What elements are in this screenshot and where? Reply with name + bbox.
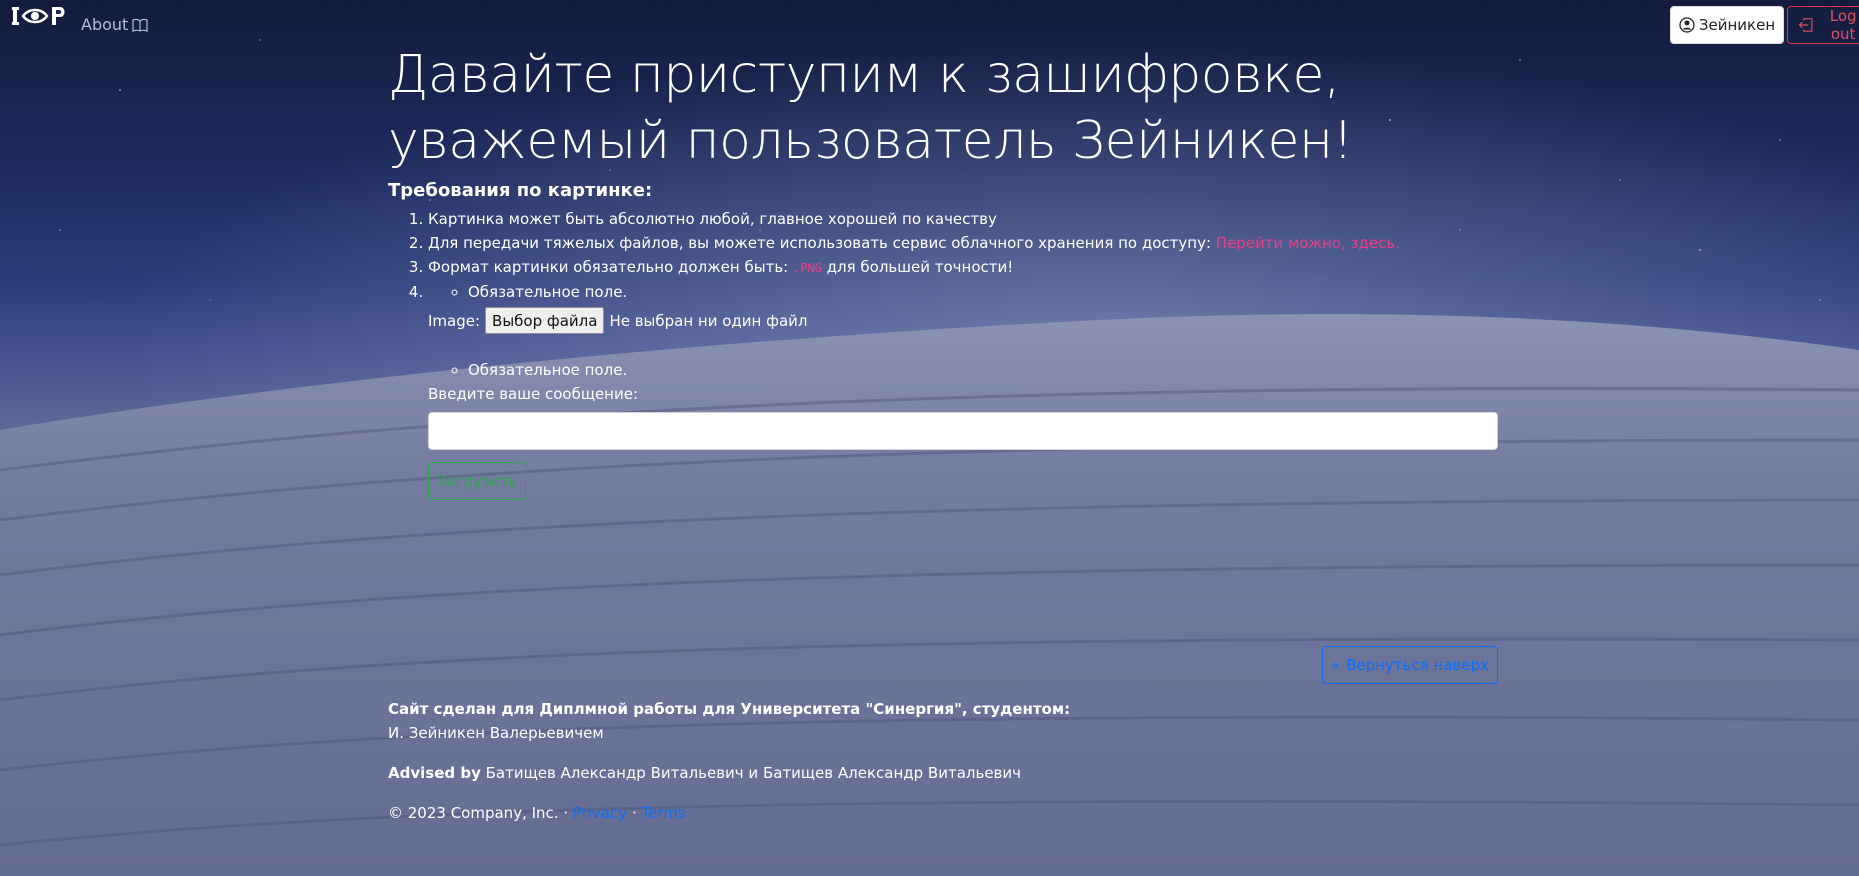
required-field-note: Обязательное поле.	[468, 280, 1498, 304]
box-arrow-left-icon	[1798, 18, 1813, 32]
terms-link[interactable]: Terms	[641, 804, 685, 822]
requirement-item: Для передачи тяжелых файлов, вы можете и…	[428, 231, 1498, 255]
page-title: Давайте приступим к зашифровке, уважемый…	[388, 45, 1353, 171]
image-field-row: Image: Выбор файла Не выбран ни один фай…	[428, 307, 1498, 334]
logout-label: Log out	[1829, 7, 1857, 43]
required-field-note: Обязательное поле.	[468, 358, 1498, 382]
upload-button[interactable]: Загрузить	[428, 462, 526, 500]
choose-file-button[interactable]: Выбор файла	[485, 307, 605, 334]
requirements-list: Картинка может быть абсолютно любой, гла…	[388, 207, 1498, 500]
message-label: Введите ваше сообщение:	[428, 385, 639, 403]
footer-made-for: Сайт сделан для Диплмной работы для Унив…	[388, 700, 1071, 718]
footer-copyright-row: © 2023 Company, Inc. · Privacy · Terms	[388, 801, 1070, 825]
nav-about-link[interactable]: About	[81, 15, 148, 34]
footer: Сайт сделан для Диплмной работы для Унив…	[388, 697, 1070, 825]
user-name-label: Зейникен	[1698, 16, 1776, 34]
upload-form: Обязательное поле. Image: Выбор файла Не…	[428, 280, 1498, 500]
book-icon	[132, 18, 148, 32]
privacy-link[interactable]: Privacy	[573, 804, 627, 822]
logout-button[interactable]: Log out	[1787, 6, 1859, 44]
advisors: Батищев Александр Витальевич и Батищев А…	[480, 764, 1022, 782]
main-content: Давайте приступим к зашифровке, уважемый…	[388, 42, 1498, 500]
copyright: © 2023 Company, Inc. ·	[388, 804, 573, 822]
requirement-item: Картинка может быть абсолютно любой, гла…	[428, 207, 1498, 231]
footer-separator: ·	[627, 804, 642, 822]
person-circle-icon	[1679, 17, 1695, 33]
back-to-top-button[interactable]: « Вернуться наверх	[1322, 646, 1498, 684]
image-label: Image:	[428, 311, 481, 330]
requirement-item: Формат картинки обязательно должен быть:…	[428, 255, 1498, 280]
image-errors: Обязательное поле.	[428, 280, 1498, 304]
user-profile-button[interactable]: Зейникен	[1670, 6, 1784, 44]
requirements-title: Требования по картинке:	[388, 180, 653, 201]
footer-student: И. Зейникен Валерьевичем	[388, 724, 604, 742]
advised-by-label: Advised by	[388, 764, 481, 782]
footer-advised: Advised by Батищев Александр Витальевич …	[388, 761, 1070, 785]
message-input[interactable]	[428, 412, 1498, 450]
file-status: Не выбран ни один файл	[609, 311, 808, 330]
logo[interactable]	[12, 4, 70, 30]
requirement-item-form: Обязательное поле. Image: Выбор файла Не…	[428, 280, 1498, 500]
message-errors: Обязательное поле.	[428, 358, 1498, 382]
cloud-storage-link[interactable]: Перейти можно, здесь.	[1216, 234, 1400, 252]
nav-about-label: About	[81, 15, 129, 34]
double-chevron-up-icon: «	[1331, 656, 1341, 674]
back-to-top-label: Вернуться наверх	[1346, 656, 1489, 674]
png-format-code: .PNG	[792, 261, 822, 275]
